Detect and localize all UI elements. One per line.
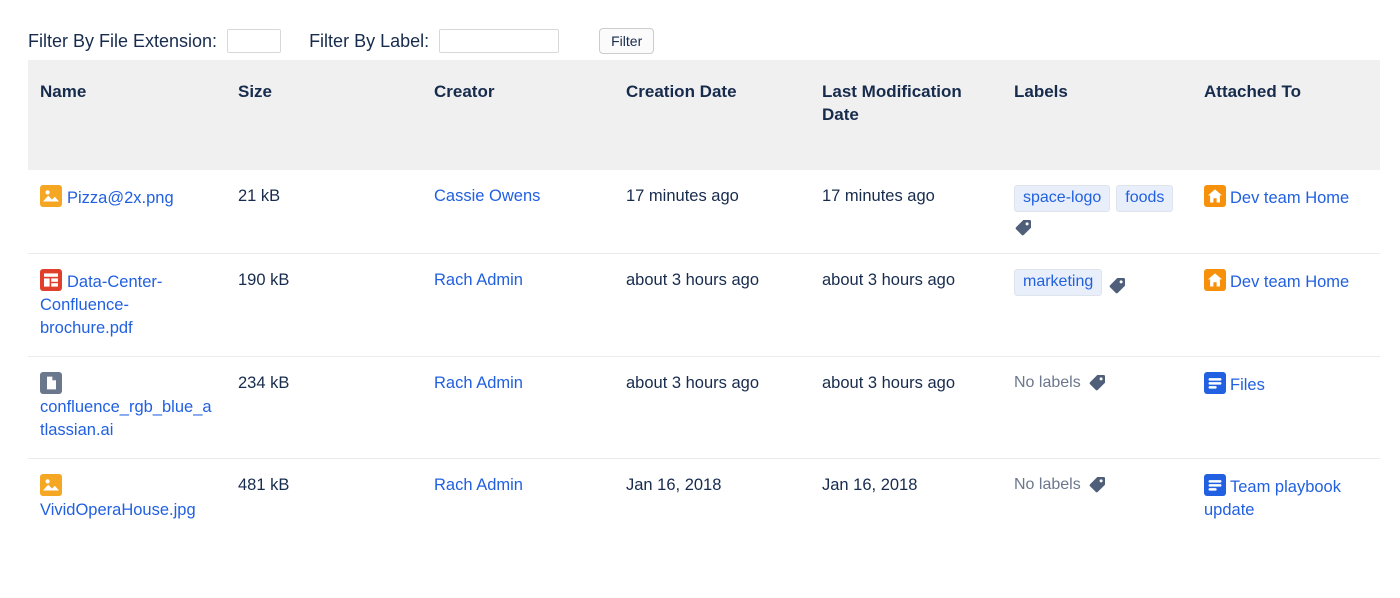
- home-icon: [1204, 185, 1226, 208]
- tag-icon[interactable]: [1088, 475, 1107, 494]
- cell-creator: Rach Admin: [422, 356, 614, 459]
- attachments-table-container: Name Size Creator Creation Date Last Mod…: [0, 60, 1400, 537]
- cell-attached-to: Dev team Home: [1192, 170, 1380, 255]
- cell-creation-date: about 3 hours ago: [614, 356, 810, 459]
- column-header-last-modification-date[interactable]: Last Modification Date: [810, 60, 1002, 171]
- filter-extension-input[interactable]: [227, 29, 282, 53]
- cell-last-modification-date: about 3 hours ago: [810, 253, 1002, 357]
- no-labels-text: No labels: [1014, 373, 1081, 391]
- cell-labels: marketing: [1002, 253, 1192, 357]
- column-header-attached-to[interactable]: Attached To: [1192, 60, 1380, 171]
- label-pill[interactable]: marketing: [1014, 269, 1103, 297]
- filter-label-input[interactable]: [439, 29, 560, 53]
- cell-creation-date: about 3 hours ago: [614, 253, 810, 357]
- cell-name: VividOperaHouse.jpg: [28, 458, 226, 537]
- table-row: confluence_rgb_blue_atlassian.ai 234 kB Ra…: [28, 356, 1380, 459]
- attached-to-link[interactable]: Dev team Home: [1230, 189, 1349, 207]
- generic-file-icon: [40, 371, 62, 394]
- filter-label-label: Filter By Label:: [309, 30, 430, 51]
- label-pill[interactable]: space-logo: [1014, 185, 1111, 213]
- file-name-link[interactable]: Pizza@2x.png: [67, 189, 174, 207]
- cell-creation-date: Jan 16, 2018: [626, 475, 722, 494]
- table-row: Pizza@2x.png 21 kB Cassie Owens 17 minutes …: [28, 170, 1380, 255]
- cell-last-modification-date: about 3 hours ago: [810, 356, 1002, 459]
- home-icon: [1204, 269, 1226, 292]
- cell-creator: Cassie Owens: [422, 170, 614, 255]
- creator-link[interactable]: Rach Admin: [434, 374, 523, 392]
- file-name-link[interactable]: VividOperaHouse.jpg: [40, 501, 196, 519]
- cell-name: confluence_rgb_blue_atlassian.ai: [28, 356, 226, 459]
- page-icon: [1204, 473, 1226, 496]
- filter-bar: Filter By File Extension: Filter By Labe…: [0, 0, 1400, 60]
- attached-to-link[interactable]: Dev team Home: [1230, 273, 1349, 291]
- cell-creator: Rach Admin: [422, 253, 614, 357]
- file-name-link[interactable]: confluence_rgb_blue_atlassian.ai: [40, 398, 212, 439]
- table-row: Data-Center-Confluence-brochure.pdf 190 k…: [28, 253, 1380, 357]
- creator-link[interactable]: Cassie Owens: [434, 187, 540, 205]
- column-header-labels[interactable]: Labels: [1002, 60, 1192, 171]
- cell-attached-to: Team playbook update: [1192, 458, 1380, 537]
- tag-icon[interactable]: [1014, 218, 1033, 237]
- table-body: Pizza@2x.png 21 kB Cassie Owens 17 minutes …: [28, 170, 1380, 537]
- cell-labels: No labels: [1002, 458, 1192, 537]
- label-pill[interactable]: foods: [1116, 185, 1174, 213]
- cell-attached-to: Files: [1192, 356, 1380, 459]
- column-header-creation-date[interactable]: Creation Date: [614, 60, 810, 171]
- cell-creation-date: 17 minutes ago: [614, 170, 810, 255]
- cell-size: 21 kB: [226, 170, 422, 255]
- cell-labels: No labels: [1002, 356, 1192, 459]
- cell-name: Pizza@2x.png: [28, 170, 226, 255]
- column-header-size[interactable]: Size: [226, 60, 422, 171]
- tag-icon[interactable]: [1088, 373, 1107, 392]
- attachments-table: Name Size Creator Creation Date Last Mod…: [28, 60, 1380, 537]
- attached-to-link[interactable]: Files: [1230, 376, 1265, 394]
- cell-size: 190 kB: [226, 253, 422, 357]
- table-header: Name Size Creator Creation Date Last Mod…: [28, 60, 1380, 171]
- pdf-icon: [40, 269, 62, 292]
- filter-button[interactable]: Filter: [599, 27, 655, 55]
- column-header-creator[interactable]: Creator: [422, 60, 614, 171]
- cell-name: Data-Center-Confluence-brochure.pdf: [28, 253, 226, 357]
- page-icon: [1204, 371, 1226, 394]
- filter-extension-label: Filter By File Extension:: [28, 30, 218, 51]
- image-icon: [40, 185, 62, 208]
- tag-icon[interactable]: [1108, 276, 1127, 295]
- column-header-name[interactable]: Name: [28, 60, 226, 171]
- cell-creator: Rach Admin: [422, 458, 614, 537]
- creator-link[interactable]: Rach Admin: [434, 271, 523, 289]
- cell-last-modification-date: Jan 16, 2018: [822, 475, 918, 494]
- table-row: VividOperaHouse.jpg 481 kB Rach Admin Jan 1…: [28, 458, 1380, 537]
- cell-last-modification-date: 17 minutes ago: [810, 170, 1002, 255]
- table-header-row: Name Size Creator Creation Date Last Mod…: [28, 60, 1380, 171]
- no-labels-text: No labels: [1014, 475, 1081, 493]
- cell-labels: space-logo foods: [1002, 170, 1192, 255]
- cell-attached-to: Dev team Home: [1192, 253, 1380, 357]
- cell-size: 234 kB: [226, 356, 422, 459]
- cell-size: 481 kB: [238, 475, 290, 494]
- creator-link[interactable]: Rach Admin: [434, 476, 523, 494]
- image-icon: [40, 473, 62, 496]
